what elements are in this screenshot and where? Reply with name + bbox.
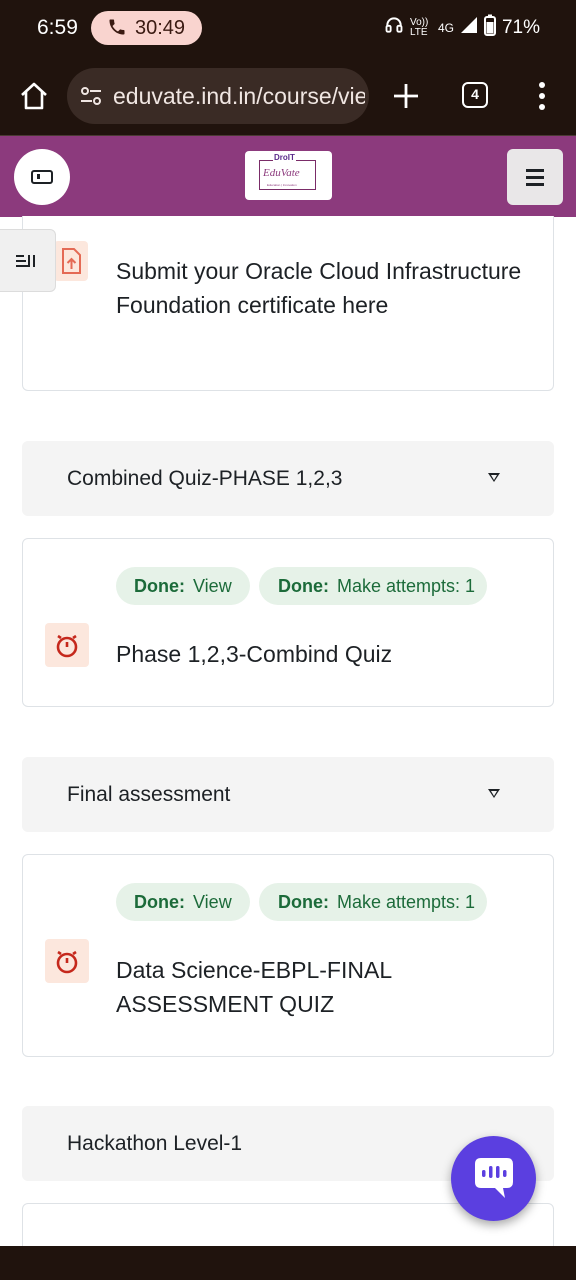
section-title: Final assessment [67, 783, 231, 806]
call-timer: 30:49 [135, 17, 186, 39]
signal-icon [460, 16, 478, 40]
course-index-toggle[interactable] [0, 229, 56, 292]
status-bar: 6:59 30:49 Vo)) LTE 4G 71% [0, 0, 576, 58]
site-logo[interactable]: DroIT EduVate Education | Innovation [245, 151, 332, 200]
completion-badge-view: Done: View [116, 883, 250, 921]
status-icons: Vo)) LTE 4G 71% [384, 14, 540, 42]
headphones-icon [384, 15, 404, 41]
home-icon [21, 82, 47, 110]
logo-tagline: Education | Innovation [267, 183, 297, 187]
activity-link[interactable]: Phase 1,2,3-Combind Quiz [116, 637, 536, 671]
browser-menu-button[interactable] [532, 82, 552, 112]
chat-icon [475, 1158, 513, 1198]
battery-icon [483, 14, 496, 42]
url-text[interactable]: eduvate.ind.in/course/vie [113, 83, 365, 110]
battery-percent: 71% [501, 17, 540, 38]
browser-toolbar: eduvate.ind.in/course/vie 4 [0, 58, 576, 136]
section-title: Hackathon Level-1 [67, 1132, 243, 1155]
assignment-upload-icon [54, 241, 88, 281]
quiz-timer-icon [45, 939, 89, 983]
volte-indicator: Vo)) LTE [409, 17, 429, 38]
ongoing-call-chip[interactable]: 30:49 [91, 11, 202, 45]
sidebar-icon [31, 170, 53, 184]
activity-link[interactable]: Submit your Oracle Cloud Infrastructure … [116, 254, 536, 322]
activity-card-submit: Submit your Oracle Cloud Infrastructure … [22, 216, 554, 391]
system-navigation-bar [0, 1246, 576, 1280]
section-title: Combined Quiz-PHASE 1,2,3 [67, 467, 343, 490]
phone-icon [107, 17, 127, 43]
chat-assistant-button[interactable] [451, 1136, 536, 1221]
activity-card-final-assessment: Done: View Done: Make attempts: 1 Data Sci… [22, 854, 554, 1057]
activity-link[interactable]: Data Science-EBPL-FINAL ASSESSMENT QUIZ [116, 953, 541, 1021]
site-settings-icon[interactable] [79, 84, 103, 108]
main-menu-button[interactable] [507, 149, 563, 205]
site-header: DroIT EduVate Education | Innovation [0, 136, 576, 217]
address-bar[interactable]: eduvate.ind.in/course/vie [67, 68, 369, 124]
plus-icon [394, 84, 418, 108]
section-header-final-assessment[interactable]: Final assessment [22, 757, 554, 832]
section-header-combined-quiz[interactable]: Combined Quiz-PHASE 1,2,3 [22, 441, 554, 516]
open-drawer-button[interactable] [14, 149, 70, 205]
tab-switcher-button[interactable]: 4 [462, 82, 488, 108]
new-tab-button[interactable] [390, 78, 422, 114]
completion-badge-attempts: Done: Make attempts: 1 [259, 883, 487, 921]
logo-text: EduVate [263, 167, 300, 179]
home-button[interactable] [18, 80, 50, 112]
logo-top-text: DroIT [273, 153, 296, 162]
completion-badge-view: Done: View [116, 567, 250, 605]
activity-card-combined-quiz: Done: View Done: Make attempts: 1 Phase 1,… [22, 538, 554, 707]
network-type: 4G [437, 21, 454, 35]
status-time: 6:59 [37, 16, 78, 39]
completion-badge-attempts: Done: Make attempts: 1 [259, 567, 487, 605]
quiz-timer-icon [45, 623, 89, 667]
